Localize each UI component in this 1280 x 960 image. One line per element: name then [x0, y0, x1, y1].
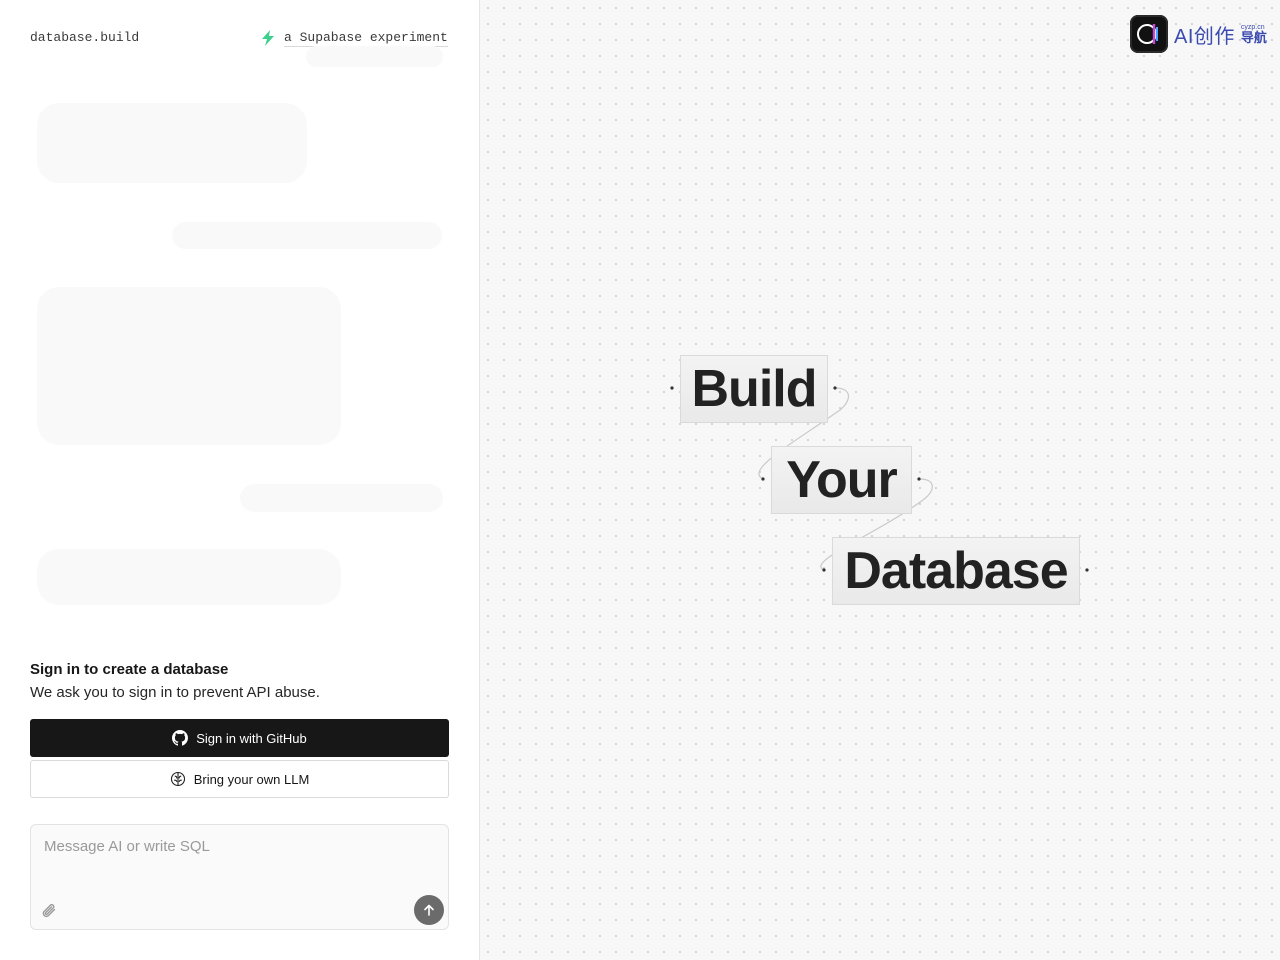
brand-name[interactable]: database.build: [30, 30, 139, 45]
message-skeleton: [37, 549, 341, 605]
message-skeleton: [172, 222, 442, 249]
brain-icon: [170, 771, 185, 787]
sidebar: database.build a Supabase experiment Sig…: [0, 0, 480, 960]
handle-dot: [670, 386, 674, 390]
message-skeleton: [240, 484, 443, 512]
chat-composer: [30, 824, 449, 930]
watermark-sub: cyzp.cn 导航: [1241, 24, 1267, 44]
paperclip-icon[interactable]: [40, 901, 60, 921]
send-button[interactable]: [414, 895, 444, 925]
sign-in-github-button[interactable]: Sign in with GitHub: [30, 719, 449, 757]
experiment-label: a Supabase experiment: [284, 29, 448, 47]
word-node-your[interactable]: Your: [771, 446, 912, 514]
handle-dot: [761, 477, 765, 481]
signin-title: Sign in to create a database: [30, 661, 229, 678]
github-icon: [172, 730, 189, 746]
watermark-icon: [1130, 15, 1168, 53]
watermark-logo: AI创作 cyzp.cn 导航: [1130, 15, 1267, 53]
schema-canvas[interactable]: Build Your Database: [480, 0, 1280, 960]
arrow-up-icon: [424, 904, 434, 916]
word-node-build[interactable]: Build: [680, 355, 828, 423]
handle-dot: [833, 386, 837, 390]
bring-your-own-llm-label: Bring your own LLM: [193, 771, 310, 787]
supabase-experiment-link[interactable]: a Supabase experiment: [258, 28, 448, 48]
bolt-icon: [262, 30, 274, 46]
signin-description: We ask you to sign in to prevent API abu…: [30, 684, 320, 701]
watermark-text: AI创作: [1174, 25, 1235, 48]
bring-your-own-llm-button[interactable]: Bring your own LLM: [30, 760, 449, 798]
watermark-subtext: 导航: [1240, 30, 1267, 45]
handle-dot: [917, 477, 921, 481]
message-skeleton: [306, 46, 443, 67]
word-node-database[interactable]: Database: [832, 537, 1080, 605]
message-skeleton: [37, 287, 341, 445]
sign-in-github-label: Sign in with GitHub: [196, 730, 307, 746]
message-skeleton: [37, 103, 307, 183]
message-input[interactable]: [42, 836, 436, 888]
handle-dot: [1085, 568, 1089, 572]
handle-dot: [822, 568, 826, 572]
